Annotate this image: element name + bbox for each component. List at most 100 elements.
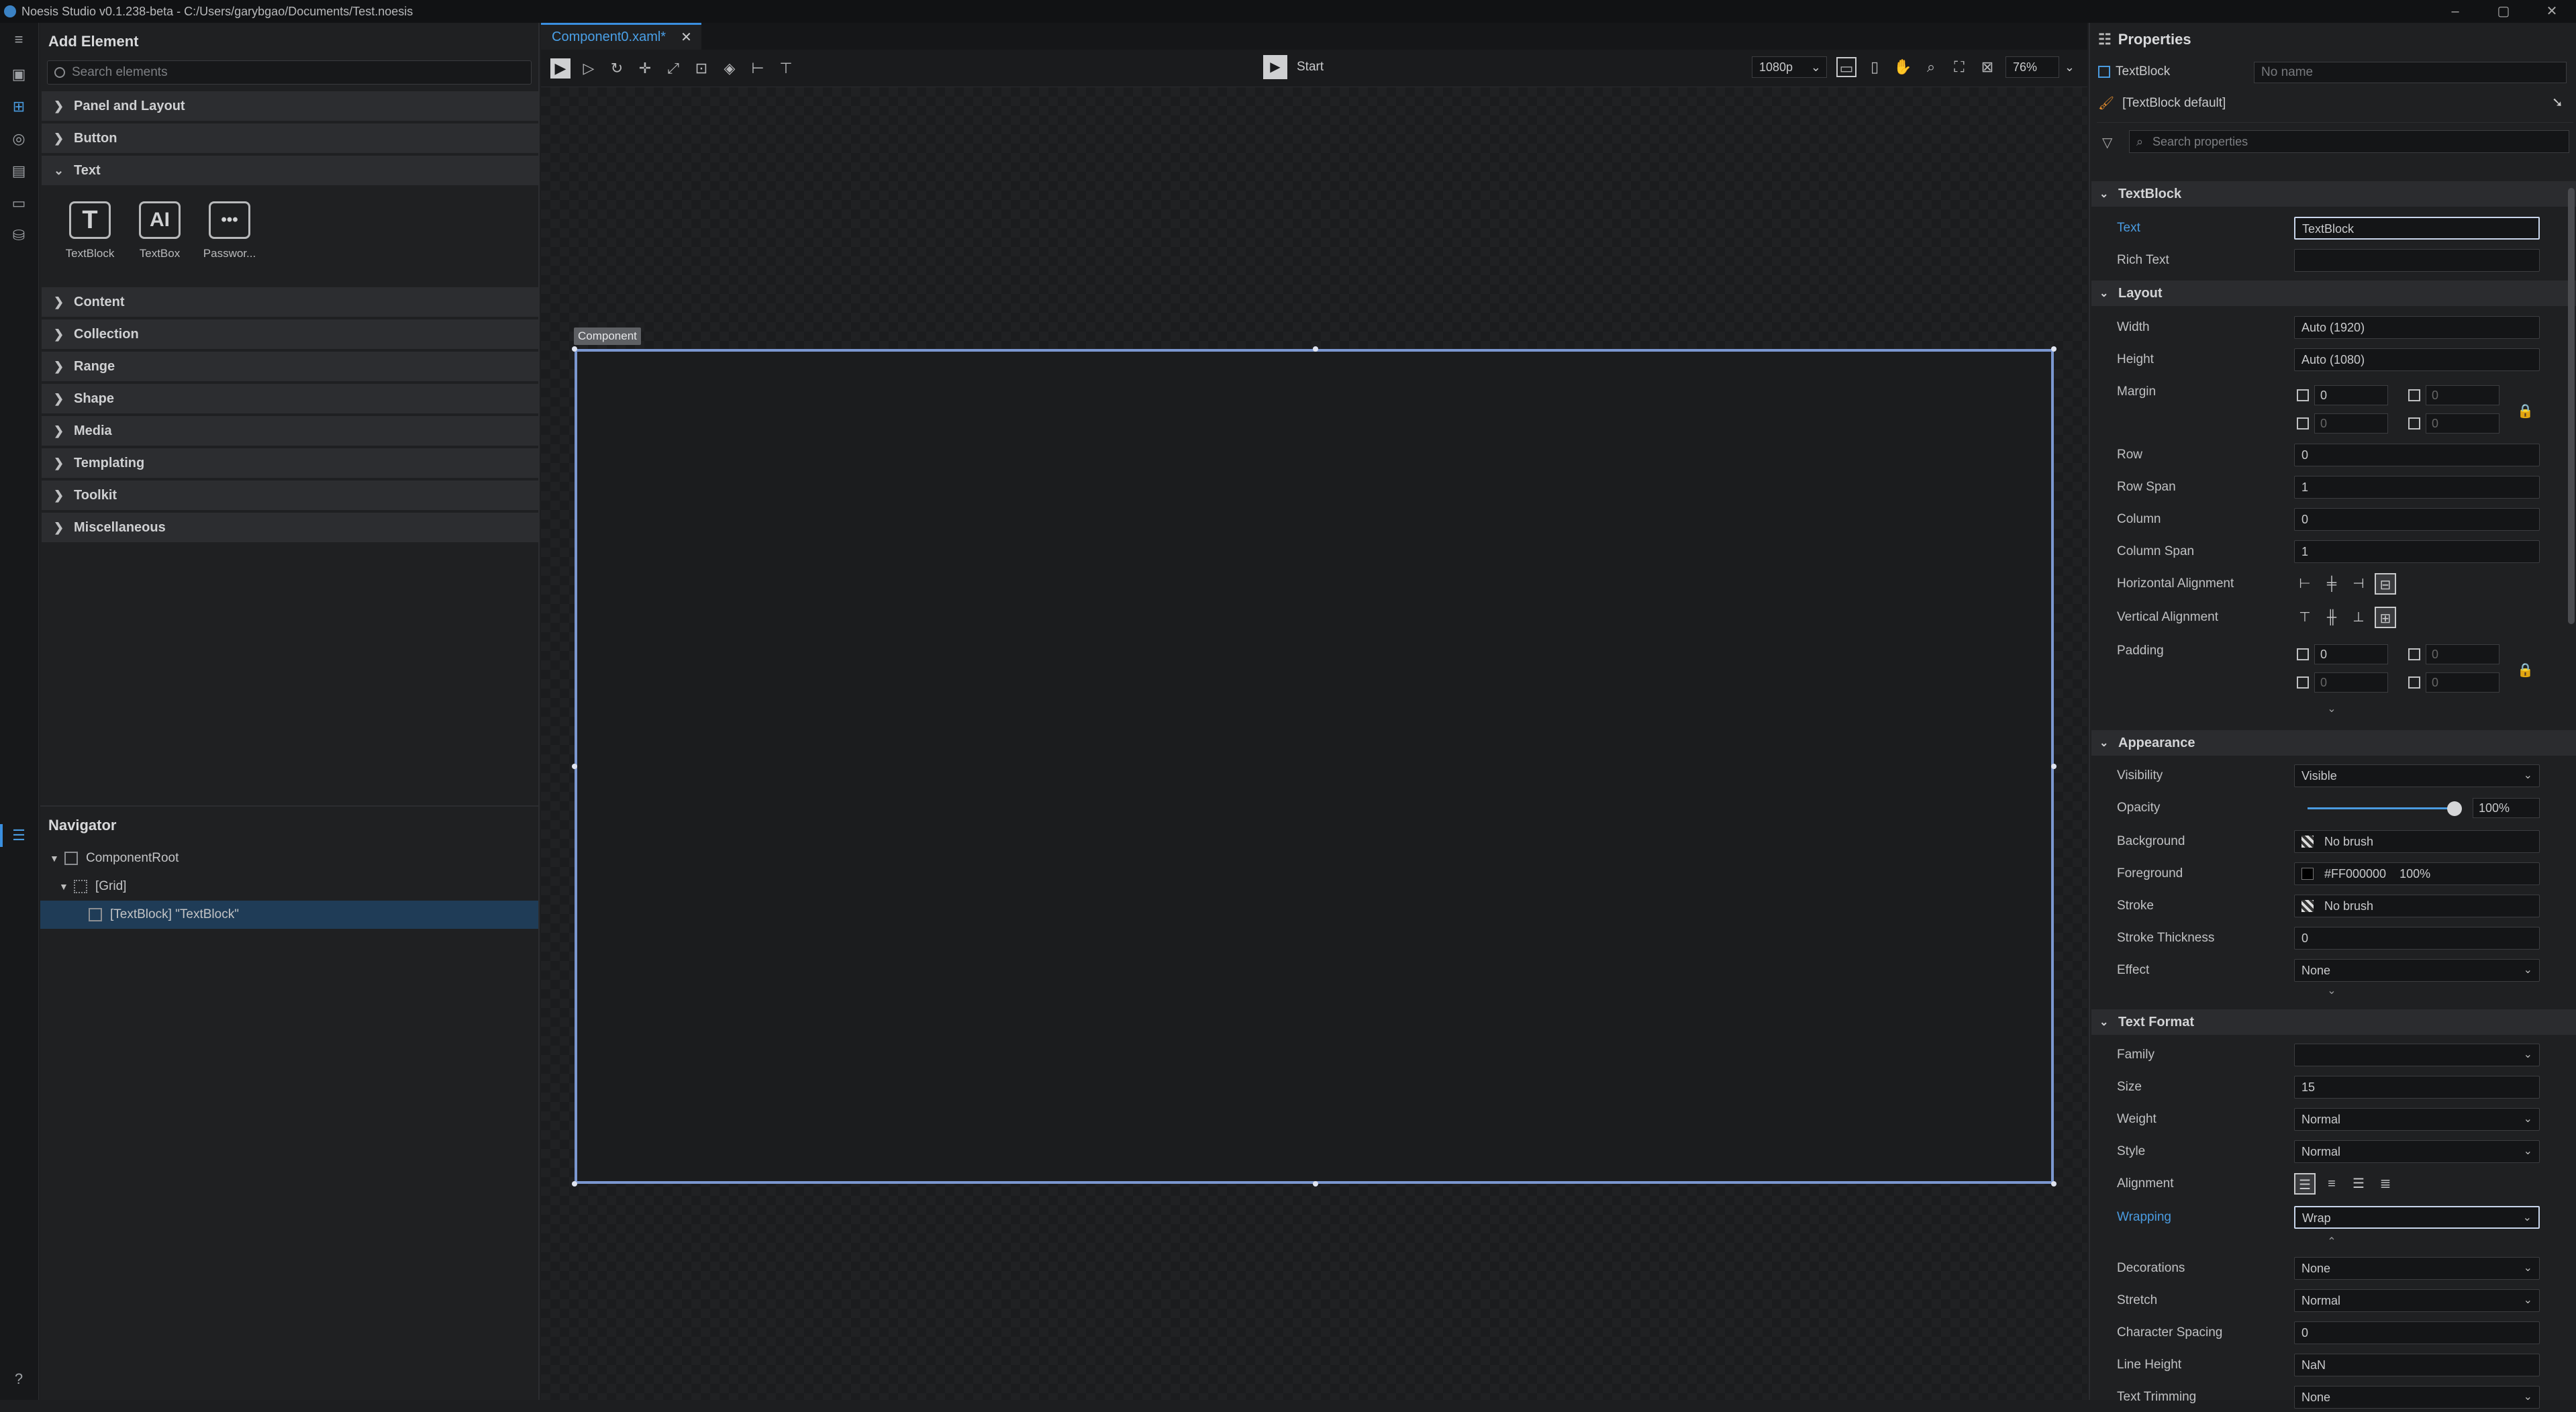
close-window-button[interactable]: ✕	[2528, 0, 2576, 23]
resize-handle[interactable]	[572, 764, 577, 769]
assets-icon[interactable]: ▣	[9, 66, 28, 83]
style-select[interactable]: Normal ⌄	[2294, 1140, 2540, 1163]
padding-top-input[interactable]: 0	[2314, 672, 2388, 693]
category-collection[interactable]: ❯ Collection	[42, 319, 538, 349]
stroke-thickness-input[interactable]: 0	[2294, 927, 2540, 950]
tree-item-grid[interactable]: ▼ [Grid]	[40, 872, 538, 901]
foreground-brush[interactable]: #FF000000 100%	[2294, 862, 2540, 885]
background-brush[interactable]: No brush	[2294, 830, 2540, 853]
margin-left-input[interactable]: 0	[2314, 385, 2388, 405]
resolution-select[interactable]: 1080p ⌄	[1752, 56, 1827, 78]
category-toolkit[interactable]: ❯ Toolkit	[42, 481, 538, 510]
resize-tool-icon[interactable]: ⤢	[663, 58, 683, 79]
align-center-icon[interactable]: ╪	[2321, 573, 2342, 595]
row-span-input[interactable]: 1	[2294, 476, 2540, 499]
tree-item-textblock[interactable]: [TextBlock] "TextBlock"	[40, 901, 538, 929]
line-height-input[interactable]: NaN	[2294, 1354, 2540, 1376]
section-layout[interactable]: ⌄ Layout	[2091, 281, 2576, 306]
margin-top-input[interactable]: 0	[2314, 413, 2388, 434]
category-shape[interactable]: ❯ Shape	[42, 384, 538, 413]
visibility-select[interactable]: Visible ⌄	[2294, 764, 2540, 787]
category-panel-and-layout[interactable]: ❯ Panel and Layout	[42, 91, 538, 121]
text-align-right-icon[interactable]: ☰	[2348, 1173, 2369, 1195]
align-left-icon[interactable]: ⊢	[2294, 573, 2316, 595]
fill-view-icon[interactable]: ⊠	[1977, 57, 1997, 77]
start-label[interactable]: Start	[1297, 60, 1324, 74]
zoom-select[interactable]: 76% ⌄	[2005, 56, 2075, 78]
opacity-slider-thumb[interactable]	[2447, 801, 2462, 816]
character-spacing-input[interactable]: 0	[2294, 1321, 2540, 1344]
category-button[interactable]: ❯ Button	[42, 123, 538, 153]
maximize-button[interactable]: ▢	[2479, 0, 2528, 23]
style-picker-icon[interactable]: ➘	[2552, 94, 2563, 111]
resize-handle[interactable]	[572, 346, 577, 352]
text-input[interactable]: TextBlock	[2294, 217, 2540, 240]
wrapping-select[interactable]: Wrap ⌄	[2294, 1206, 2540, 1229]
text-align-left-icon[interactable]: ☰	[2294, 1173, 2316, 1195]
align-top-icon[interactable]: ⊤	[2294, 607, 2316, 628]
close-tab-icon[interactable]: ✕	[681, 29, 692, 46]
brush-tool-icon[interactable]: ◈	[720, 58, 740, 79]
align-middle-icon[interactable]: ╫	[2321, 607, 2342, 628]
category-miscellaneous[interactable]: ❯ Miscellaneous	[42, 513, 538, 542]
tile-textblock[interactable]: T TextBlock	[55, 195, 125, 285]
size-input[interactable]: 15	[2294, 1076, 2540, 1099]
style-row[interactable]: 🖌 [TextBlock default]	[2098, 95, 2226, 111]
align-left-icon[interactable]: ⊢	[748, 58, 768, 79]
row-input[interactable]: 0	[2294, 444, 2540, 466]
data-icon[interactable]: ⛁	[9, 227, 28, 244]
section-textblock[interactable]: ⌄ TextBlock	[2091, 181, 2576, 207]
show-more-icon[interactable]: ⌄	[2318, 984, 2345, 997]
pages-icon[interactable]: ▭	[9, 195, 28, 212]
align-vstretch-icon[interactable]: ⊞	[2375, 607, 2396, 628]
align-stretch-icon[interactable]: ⊟	[2375, 573, 2396, 595]
pan-tool-icon[interactable]: ✋	[1893, 57, 1913, 77]
tile-textbox[interactable]: AI TextBox	[125, 195, 195, 285]
media-icon[interactable]: ▤	[9, 162, 28, 180]
start-button-icon[interactable]: ▶	[1263, 55, 1287, 79]
column-input[interactable]: 0	[2294, 508, 2540, 531]
text-align-center-icon[interactable]: ≡	[2321, 1173, 2342, 1195]
lock-icon[interactable]: 🔒	[2517, 403, 2534, 419]
direct-select-icon[interactable]: ▷	[579, 58, 599, 79]
frame-tool-icon[interactable]: ⊡	[691, 58, 711, 79]
rotate-tool-icon[interactable]: ↻	[607, 58, 627, 79]
opacity-slider[interactable]	[2308, 807, 2455, 809]
weight-select[interactable]: Normal ⌄	[2294, 1108, 2540, 1131]
padding-bottom-input[interactable]: 0	[2426, 672, 2499, 693]
category-text[interactable]: ⌄ Text	[42, 156, 538, 185]
component-frame[interactable]	[575, 349, 2054, 1184]
padding-right-input[interactable]: 0	[2426, 644, 2499, 664]
text-justify-icon[interactable]: ≣	[2375, 1173, 2396, 1195]
show-less-icon[interactable]: ⌃	[2318, 1235, 2345, 1248]
design-canvas[interactable]: Component	[541, 87, 2087, 1400]
resize-handle[interactable]	[2051, 1181, 2057, 1187]
select-tool-icon[interactable]: ▶	[550, 58, 571, 79]
resize-handle[interactable]	[2051, 346, 2057, 352]
tile-password[interactable]: ••• Passwor...	[195, 195, 264, 285]
lock-icon[interactable]: 🔒	[2517, 662, 2534, 678]
column-span-input[interactable]: 1	[2294, 540, 2540, 563]
resize-handle[interactable]	[572, 1181, 577, 1187]
properties-scrollbar[interactable]	[2568, 188, 2575, 624]
height-input[interactable]: Auto (1080)	[2294, 348, 2540, 371]
tree-item-componentroot[interactable]: ▼ ComponentRoot	[40, 844, 538, 872]
margin-bottom-input[interactable]: 0	[2426, 413, 2499, 434]
resize-handle[interactable]	[2051, 764, 2057, 769]
padding-left-input[interactable]: 0	[2314, 644, 2388, 664]
align-right-icon[interactable]: ⊣	[2348, 573, 2369, 595]
family-select[interactable]: ⌄	[2294, 1044, 2540, 1066]
category-content[interactable]: ❯ Content	[42, 287, 538, 317]
show-more-icon[interactable]: ⌄	[2318, 702, 2345, 715]
decorations-select[interactable]: None ⌄	[2294, 1257, 2540, 1280]
category-range[interactable]: ❯ Range	[42, 352, 538, 381]
search-properties-input[interactable]: ⌕ Search properties	[2129, 130, 2569, 153]
category-templating[interactable]: ❯ Templating	[42, 448, 538, 478]
zoom-tool-icon[interactable]: ⌕	[1921, 57, 1941, 77]
tab-component0[interactable]: Component0.xaml* ✕	[541, 23, 701, 50]
section-text-format[interactable]: ⌄ Text Format	[2091, 1009, 2576, 1035]
resize-handle[interactable]	[1313, 1181, 1318, 1187]
text-trimming-select[interactable]: None ⌄	[2294, 1386, 2540, 1409]
width-input[interactable]: Auto (1920)	[2294, 316, 2540, 339]
minimize-button[interactable]: –	[2431, 0, 2479, 23]
